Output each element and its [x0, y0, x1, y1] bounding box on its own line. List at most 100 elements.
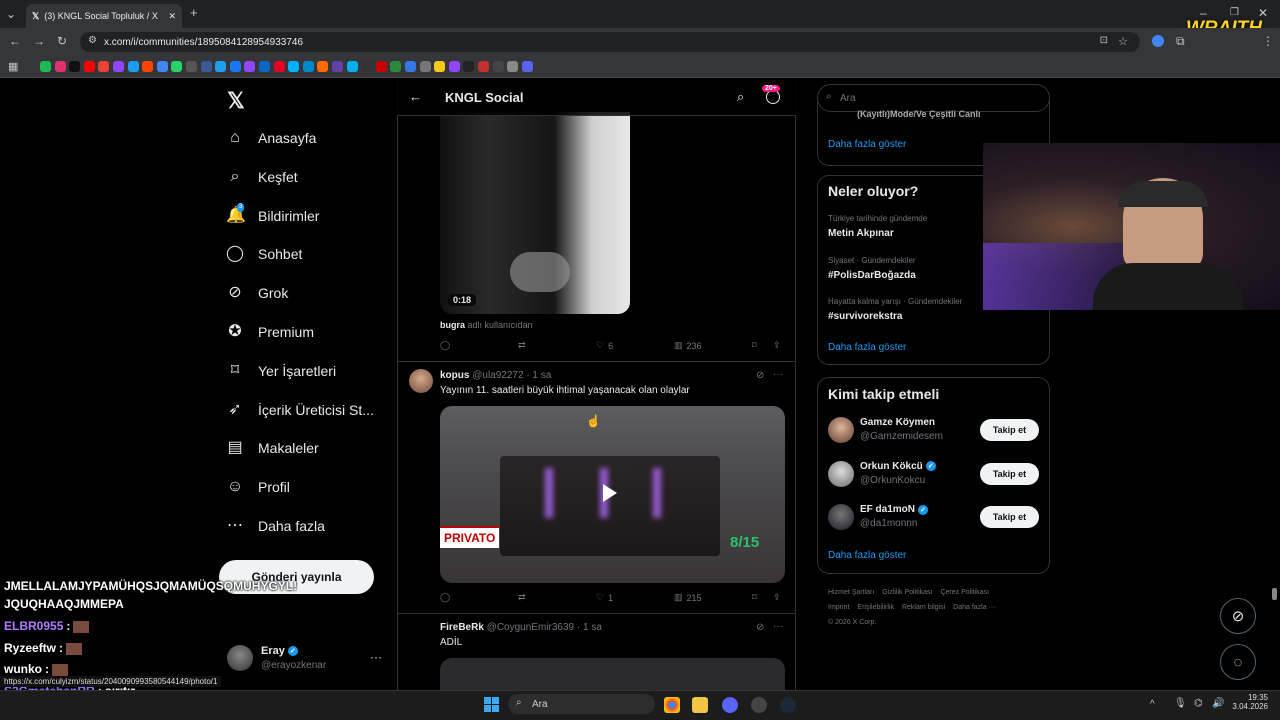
suggestion-name[interactable]: EF da1moN [860, 504, 915, 515]
post-avatar[interactable] [409, 369, 433, 393]
nav-item-1[interactable]: ⌂ Anasayfa [226, 126, 316, 150]
bookmark-favicon-icon[interactable] [507, 61, 519, 72]
messages-fab-button[interactable]: ◌ [1220, 644, 1256, 680]
bookmark-favicon-icon[interactable] [332, 61, 343, 72]
x-logo-icon[interactable]: 𝕏 [227, 88, 245, 114]
bookmark-favicon-icon[interactable] [448, 61, 460, 72]
bookmark-favicon-icon[interactable] [419, 61, 431, 72]
footer-link[interactable]: Gizlilik Politikası [882, 589, 932, 596]
clock[interactable]: 19:35 3.04.2026 [1232, 693, 1268, 711]
bookmark-favicon-icon[interactable] [478, 61, 489, 72]
grok-post-icon[interactable]: ⊘ [756, 370, 764, 381]
share-button[interactable]: ⇪ [773, 592, 781, 603]
post-time[interactable]: · 1 sa [577, 622, 602, 633]
trend-title[interactable]: #PolisDarBoğazda [828, 270, 916, 281]
follow-button[interactable]: Takip et [980, 462, 1039, 485]
bookmark-favicon-icon[interactable] [390, 61, 402, 72]
bookmark-favicon-icon[interactable] [375, 61, 387, 72]
apps-grid-icon[interactable]: ▦ [8, 60, 18, 74]
show-more-link[interactable]: Daha fazla göster [828, 139, 906, 150]
explorer-taskbar-icon[interactable] [692, 697, 708, 713]
credit-user[interactable]: bugra [440, 320, 465, 330]
mic-icon[interactable]: 🎙 [1174, 697, 1187, 711]
suggestion-avatar[interactable] [828, 417, 854, 443]
suggestion-avatar[interactable] [828, 460, 854, 487]
bookmark-favicon-icon[interactable] [346, 61, 358, 72]
bookmark-favicon-icon[interactable] [200, 61, 212, 72]
reply-button[interactable]: ◯ [440, 592, 450, 603]
repost-button[interactable]: ⇄ [518, 340, 526, 351]
views-button[interactable]: ▥ 236 [674, 340, 702, 351]
post-author-name[interactable]: kopus [440, 370, 469, 381]
post-video[interactable]: 0:18 [440, 112, 630, 314]
bookmark-favicon-icon[interactable] [127, 61, 139, 72]
like-button[interactable]: ♡ 6 [596, 340, 613, 351]
extension-icon[interactable] [1152, 35, 1164, 47]
trend-title[interactable]: #survivorekstra [828, 311, 903, 322]
grok-fab-button[interactable]: ⊘ [1220, 598, 1256, 634]
post-more-icon[interactable]: ··· [773, 621, 783, 632]
follow-button[interactable]: Takip et [980, 506, 1039, 528]
install-app-icon[interactable]: ⊡ [1100, 35, 1108, 46]
bookmark-favicon-icon[interactable] [229, 61, 241, 72]
back-arrow-icon[interactable]: ← [409, 89, 422, 104]
bookmark-favicon-icon[interactable] [273, 61, 285, 72]
bookmark-favicon-icon[interactable] [186, 61, 197, 72]
start-button[interactable] [484, 697, 499, 712]
browser-tab[interactable]: 𝕏 (3) KNGL Social Topluluk / X ✕ [26, 4, 182, 28]
like-button[interactable]: ♡ 1 [596, 592, 613, 603]
play-icon[interactable] [603, 484, 617, 502]
chrome-taskbar-icon[interactable] [664, 697, 680, 713]
views-button[interactable]: ▥ 215 [674, 592, 702, 603]
repost-button[interactable]: ⇄ [518, 592, 526, 603]
nav-item-4[interactable]: ◯ Sohbet [226, 242, 302, 266]
bookmark-favicon-icon[interactable] [492, 61, 504, 72]
back-icon[interactable]: ← [9, 34, 21, 48]
bookmark-favicon-icon[interactable] [113, 61, 124, 72]
bookmark-favicon-icon[interactable] [463, 61, 475, 72]
community-search-icon[interactable]: ⌕ [737, 89, 744, 105]
bookmark-favicon-icon[interactable] [54, 61, 66, 72]
footer-link[interactable]: Reklam bilgisi [902, 604, 945, 611]
post-time[interactable]: · 1 sa [526, 370, 551, 381]
post-author-handle[interactable]: @CoygunEmir3639 [487, 622, 574, 633]
url-input[interactable]: ⚙ x.com/i/communities/189508412895493374… [80, 32, 1140, 52]
tab-list-icon[interactable]: ⌄ [6, 7, 16, 21]
bookmark-favicon-icon[interactable] [98, 61, 110, 72]
bookmark-favicon-icon[interactable] [434, 61, 446, 72]
discord-taskbar-icon[interactable] [722, 697, 738, 713]
bookmark-favicon-icon[interactable] [171, 61, 183, 72]
suggestion-handle[interactable]: @OrkunKokcu [860, 475, 925, 486]
nav-item-11[interactable]: ⋯ Daha fazla [226, 514, 325, 538]
bookmark-favicon-icon[interactable] [215, 61, 227, 72]
site-info-icon[interactable]: ⚙ [88, 35, 97, 46]
bookmark-favicon-icon[interactable] [40, 61, 51, 72]
bookmark-favicon-icon[interactable] [259, 61, 270, 72]
bookmark-button[interactable]: ⌑ [752, 592, 757, 603]
menu-kebab-icon[interactable]: ⋮ [1262, 34, 1274, 48]
post-more-icon[interactable]: ··· [773, 369, 783, 380]
footer-link[interactable]: Daha fazla ··· [953, 604, 995, 611]
footer-link[interactable]: Imprint [828, 604, 849, 611]
share-button[interactable]: ⇪ [773, 340, 781, 351]
suggestion-handle[interactable]: @Gamzemidesem [860, 431, 943, 442]
bookmark-favicon-icon[interactable] [288, 61, 300, 72]
bookmark-favicon-icon[interactable] [244, 61, 256, 72]
suggestion-handle[interactable]: @da1monnn [860, 518, 917, 529]
show-more-link[interactable]: Daha fazla göster [828, 550, 906, 561]
tray-chevron-icon[interactable]: ^ [1150, 698, 1155, 712]
bookmark-favicon-icon[interactable] [521, 61, 533, 72]
volume-icon[interactable]: 🔊 [1212, 697, 1224, 711]
nav-item-3[interactable]: 🔔 3 Bildirimler [226, 202, 319, 228]
trend-title[interactable]: Metin Akpınar [828, 228, 894, 239]
new-tab-icon[interactable]: + [190, 6, 198, 20]
bookmark-button[interactable]: ⌑ [752, 340, 757, 351]
bookmark-star-icon[interactable]: ☆ [1118, 35, 1128, 48]
nav-item-9[interactable]: ▤ Makaleler [226, 436, 318, 460]
bookmark-favicon-icon[interactable] [361, 61, 373, 72]
post-video[interactable]: PRIVATO 8/15 [440, 406, 785, 583]
taskbar-search[interactable]: ⌕ Ara [508, 694, 655, 714]
bookmark-favicon-icon[interactable] [142, 61, 154, 72]
nav-item-7[interactable]: ⌑ Yer İşaretleri [226, 359, 336, 383]
show-more-link[interactable]: Daha fazla göster [828, 342, 906, 353]
